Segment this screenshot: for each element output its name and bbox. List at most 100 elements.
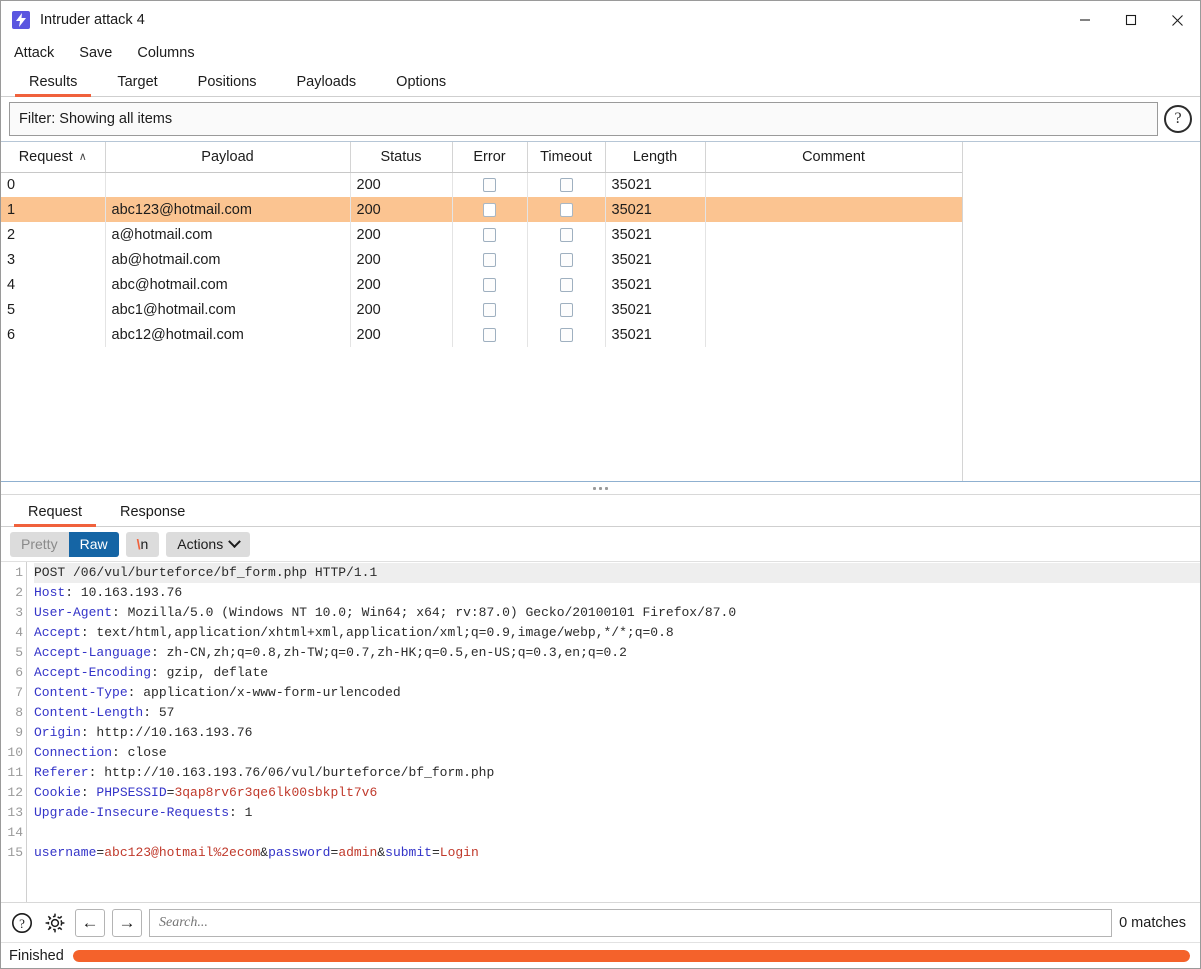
table-row[interactable]: 0 200 35021 (1, 172, 963, 197)
tab-results[interactable]: Results (9, 74, 97, 97)
line-number: 13 (7, 805, 23, 820)
cell-length: 35021 (605, 222, 706, 247)
table-row[interactable]: 2 a@hotmail.com 200 35021 (1, 222, 963, 247)
tab-payloads[interactable]: Payloads (277, 74, 377, 96)
cell-timeout-checkbox[interactable] (559, 302, 573, 317)
cell-length: 35021 (605, 322, 706, 347)
tab-options[interactable]: Options (376, 74, 466, 96)
table-row[interactable]: 3 ab@hotmail.com 200 35021 (1, 247, 963, 272)
col-header-timeout[interactable]: Timeout (527, 142, 606, 173)
col-header-length[interactable]: Length (605, 142, 706, 173)
cell-status: 200 (350, 297, 453, 322)
code-token: : (80, 785, 97, 800)
tab-request[interactable]: Request (9, 504, 101, 527)
actions-button[interactable]: Actions (166, 531, 251, 557)
raw-view-button[interactable]: Raw (68, 531, 119, 557)
menu-save[interactable]: Save (79, 45, 112, 61)
cell-timeout-checkbox[interactable] (559, 227, 573, 242)
tab-response[interactable]: Response (101, 504, 204, 526)
line-number-gutter: 1 2 3 4 5 6 7 8 9 10 11 12 13 14 15 (1, 562, 27, 902)
line-number: 4 (15, 625, 23, 640)
panel-splitter[interactable] (1, 481, 1200, 495)
table-row[interactable]: 5 abc1@hotmail.com 200 35021 (1, 297, 963, 322)
filter-help-icon[interactable]: ? (1164, 105, 1192, 133)
request-code: POST /06/vul/burteforce/bf_form.php HTTP… (27, 562, 1200, 902)
line-number: 12 (7, 785, 23, 800)
cell-error-checkbox[interactable] (483, 227, 496, 242)
cell-length: 35021 (605, 172, 706, 197)
title-bar: Intruder attack 4 (1, 1, 1200, 39)
cell-timeout-checkbox[interactable] (559, 327, 573, 342)
filter-bar[interactable]: Filter: Showing all items (9, 102, 1158, 136)
search-next-button[interactable]: → (112, 908, 142, 937)
cell-error (452, 197, 528, 222)
cell-request: 2 (1, 222, 106, 247)
cell-status: 200 (350, 272, 453, 297)
table-row[interactable]: 1 abc123@hotmail.com 200 35021 (1, 197, 963, 222)
menu-attack[interactable]: Attack (14, 45, 54, 61)
cell-error-checkbox[interactable] (483, 327, 496, 342)
cell-comment (705, 197, 963, 222)
cell-error (452, 222, 528, 247)
splitter-dot (599, 486, 602, 490)
cell-request: 4 (1, 272, 106, 297)
col-header-payload[interactable]: Payload (105, 142, 351, 173)
search-prev-button[interactable]: ← (75, 908, 105, 937)
search-help-icon[interactable]: ? (9, 910, 35, 936)
code-token: abc123@hotmail%2ecom (104, 845, 261, 860)
cell-timeout-checkbox[interactable] (559, 202, 573, 217)
results-table-area: Request ∧ Payload Status Error Timeout Le… (1, 141, 1200, 481)
cell-error-checkbox[interactable] (483, 277, 496, 292)
table-row[interactable]: 6 abc12@hotmail.com 200 35021 (1, 322, 963, 347)
cell-error-checkbox[interactable] (483, 252, 496, 267)
search-matches-count: 0 matches (1119, 914, 1186, 931)
cell-request: 1 (1, 197, 106, 222)
status-bar: Finished (1, 942, 1200, 968)
cell-timeout-checkbox[interactable] (559, 277, 573, 292)
line-number: 14 (7, 825, 23, 840)
cell-payload: a@hotmail.com (105, 222, 351, 247)
request-editor[interactable]: 1 2 3 4 5 6 7 8 9 10 11 12 13 14 15 POST /06/vul/burte… (1, 561, 1200, 902)
code-token: Accept (34, 625, 81, 640)
col-header-comment[interactable]: Comment (705, 142, 963, 173)
col-header-status[interactable]: Status (350, 142, 453, 173)
line-number: 5 (15, 645, 23, 660)
pretty-view-button[interactable]: Pretty (10, 532, 69, 557)
line-number: 8 (15, 705, 23, 720)
cell-error-checkbox[interactable] (483, 177, 496, 192)
col-header-request[interactable]: Request ∧ (1, 142, 106, 173)
close-button[interactable] (1154, 1, 1200, 39)
minimize-button[interactable] (1062, 1, 1108, 39)
code-line: User-Agent: Mozilla/5.0 (Windows NT 10.0… (34, 603, 1200, 623)
col-header-error[interactable]: Error (452, 142, 528, 173)
cell-timeout (527, 172, 606, 197)
gear-icon[interactable] (42, 910, 68, 936)
cell-timeout-checkbox[interactable] (559, 252, 573, 267)
cell-error-checkbox[interactable] (483, 302, 496, 317)
line-number: 11 (7, 765, 23, 780)
cell-status: 200 (350, 197, 453, 222)
cell-error-checkbox[interactable] (483, 202, 496, 217)
maximize-button[interactable] (1108, 1, 1154, 39)
filter-bar-row: Filter: Showing all items ? (1, 97, 1200, 141)
cell-timeout-checkbox[interactable] (559, 177, 573, 192)
cell-request: 6 (1, 322, 106, 347)
newline-toggle-button[interactable]: \n (125, 531, 160, 557)
code-token: & (377, 845, 386, 860)
code-token: : http://10.163.193.76 (80, 725, 253, 740)
burp-lightning-icon (12, 11, 30, 29)
code-token: : zh-CN,zh;q=0.8,zh-TW;q=0.7,zh-HK;q=0.5… (151, 645, 627, 660)
window-title: Intruder attack 4 (40, 12, 145, 28)
code-token: admin (338, 845, 378, 860)
table-row[interactable]: 4 abc@hotmail.com 200 35021 (1, 272, 963, 297)
cell-error (452, 272, 528, 297)
line-number: 2 (15, 585, 23, 600)
cell-length: 35021 (605, 297, 706, 322)
line-number: 9 (15, 725, 23, 740)
tab-positions[interactable]: Positions (178, 74, 277, 96)
menu-columns[interactable]: Columns (137, 45, 194, 61)
tab-target[interactable]: Target (97, 74, 177, 96)
search-input[interactable] (149, 908, 1113, 937)
code-line: Upgrade-Insecure-Requests: 1 (34, 803, 1200, 823)
code-line: Origin: http://10.163.193.76 (34, 723, 1200, 743)
